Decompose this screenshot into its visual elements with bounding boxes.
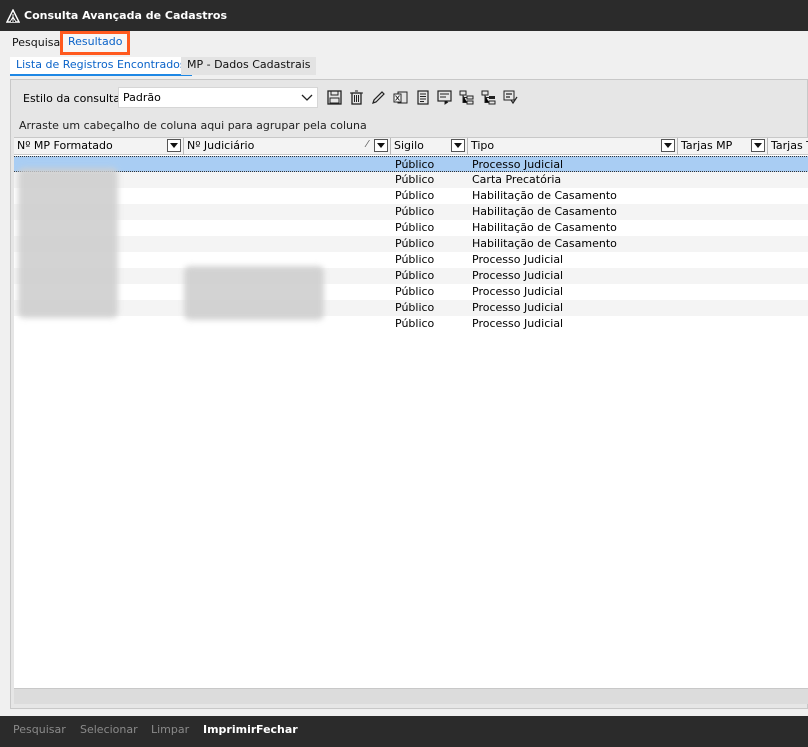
selecionar-button[interactable]: Selecionar [80, 723, 138, 736]
tab-resultado[interactable]: Resultado [60, 31, 131, 55]
column-header-judiciario[interactable]: Nº Judiciário ⁄ [184, 138, 391, 155]
column-header-label: Sigilo [394, 139, 424, 152]
table-row[interactable]: Público Habilitação de Casamento [14, 220, 808, 236]
cell-tipo: Processo Judicial [472, 301, 564, 314]
table-row[interactable]: Público Processo Judicial [14, 284, 808, 300]
filter-dropdown-icon[interactable] [751, 139, 765, 152]
save-icon[interactable] [325, 88, 343, 106]
table-row[interactable]: Público Processo Judicial [14, 156, 808, 172]
cell-sigilo: Público [395, 253, 435, 266]
results-grid: Nº MP Formatado Nº Judiciário ⁄ Sigilo T… [14, 137, 808, 688]
cell-sigilo: Público [395, 205, 435, 218]
cell-tipo: Processo Judicial [472, 269, 564, 282]
cell-tipo: Processo Judicial [472, 285, 564, 298]
subtab-lista-registros[interactable]: Lista de Registros Encontrados [10, 57, 192, 76]
column-header-label: Tipo [471, 139, 495, 152]
cell-sigilo: Público [395, 173, 435, 186]
column-header-label: Nº MP Formatado [17, 139, 113, 152]
query-style-label: Estilo da consulta [23, 91, 121, 105]
subtab-mp-dados-cadastrais[interactable]: MP - Dados Cadastrais [181, 57, 317, 75]
cell-sigilo: Público [395, 301, 435, 314]
cell-sigilo: Público [395, 237, 435, 250]
column-header-tarjas-t[interactable]: Tarjas T [768, 138, 808, 155]
grid-header: Nº MP Formatado Nº Judiciário ⁄ Sigilo T… [14, 138, 808, 155]
query-style-select[interactable]: Padrão [118, 87, 318, 108]
cell-tipo: Processo Judicial [472, 253, 564, 266]
title-bar: Consulta Avançada de Cadastros [0, 0, 808, 31]
table-row[interactable]: Público Habilitação de Casamento [14, 204, 808, 220]
query-toolbar: Estilo da consulta Padrão [11, 86, 808, 110]
document-icon[interactable] [413, 88, 431, 106]
tree-alt-icon[interactable] [479, 88, 497, 106]
table-row[interactable]: Público Habilitação de Casamento [14, 236, 808, 252]
tab-pesquisa[interactable]: Pesquisa [6, 34, 66, 54]
table-row[interactable]: Público Processo Judicial [14, 268, 808, 284]
form-icon[interactable] [435, 88, 453, 106]
fechar-button[interactable]: Fechar [256, 723, 298, 736]
cell-sigilo: Público [395, 285, 435, 298]
filter-dropdown-icon[interactable] [451, 139, 465, 152]
filter-dropdown-icon[interactable] [167, 139, 181, 152]
cell-sigilo: Público [395, 317, 435, 330]
main-tabs: Pesquisa Resultado [0, 31, 808, 55]
table-row[interactable]: Público Processo Judicial [14, 316, 808, 332]
column-header-mp-formatado[interactable]: Nº MP Formatado [14, 138, 184, 155]
delete-icon[interactable] [347, 88, 365, 106]
toolbar-icons [325, 88, 519, 106]
cell-tipo: Habilitação de Casamento [472, 237, 617, 250]
limpar-button[interactable]: Limpar [151, 723, 189, 736]
redacted-judicial-numbers [184, 266, 324, 320]
table-row[interactable]: Público Processo Judicial [14, 252, 808, 268]
imprimir-button[interactable]: Imprimir [203, 723, 256, 736]
column-header-sigilo[interactable]: Sigilo [391, 138, 468, 155]
footer-actions: Pesquisar Selecionar Limpar Imprimir Fec… [0, 716, 808, 747]
export-excel-icon[interactable] [391, 88, 409, 106]
window-title: Consulta Avançada de Cadastros [24, 9, 228, 22]
column-header-label: Tarjas MP [681, 139, 733, 152]
column-header-tipo[interactable]: Tipo [468, 138, 678, 155]
cell-tipo: Carta Precatória [472, 173, 562, 186]
column-header-tarjas-mp[interactable]: Tarjas MP [678, 138, 768, 155]
cell-tipo: Habilitação de Casamento [472, 189, 617, 202]
result-subtabs: Lista de Registros Encontrados MP - Dado… [10, 56, 808, 76]
column-header-label: Nº Judiciário [187, 139, 255, 152]
cell-tipo: Processo Judicial [472, 317, 564, 330]
table-row[interactable]: Público Processo Judicial [14, 300, 808, 316]
cell-tipo: Processo Judicial [472, 158, 564, 171]
chevron-down-icon [301, 91, 313, 103]
edit-icon[interactable] [369, 88, 387, 106]
cell-sigilo: Público [395, 221, 435, 234]
horizontal-scrollbar[interactable] [14, 688, 808, 704]
cell-tipo: Habilitação de Casamento [472, 221, 617, 234]
grid-rows: Público Processo Judicial Público Carta Pre… [14, 156, 808, 332]
redacted-mp-numbers [18, 168, 118, 318]
group-by-hint: Arraste um cabeçalho de coluna aqui para… [19, 119, 367, 132]
column-header-label: Tarjas T [771, 139, 808, 152]
cell-sigilo: Público [395, 269, 435, 282]
table-row[interactable]: Público Habilitação de Casamento [14, 188, 808, 204]
pesquisar-button[interactable]: Pesquisar [13, 723, 66, 736]
app-logo-icon [5, 7, 21, 23]
tree-icon[interactable] [457, 88, 475, 106]
table-row[interactable]: Público Carta Precatória [14, 172, 808, 188]
sort-indicator-icon: ⁄ [366, 139, 368, 150]
cell-tipo: Habilitação de Casamento [472, 205, 617, 218]
filter-dropdown-icon[interactable] [374, 139, 388, 152]
query-style-value: Padrão [123, 91, 161, 104]
main-window: Pesquisa Resultado Lista de Registros En… [0, 31, 808, 716]
cell-sigilo: Público [395, 158, 435, 171]
cell-sigilo: Público [395, 189, 435, 202]
filter-dropdown-icon[interactable] [661, 139, 675, 152]
results-panel: Estilo da consulta Padrão Arraste um cab… [10, 79, 808, 709]
checklist-icon[interactable] [501, 88, 519, 106]
